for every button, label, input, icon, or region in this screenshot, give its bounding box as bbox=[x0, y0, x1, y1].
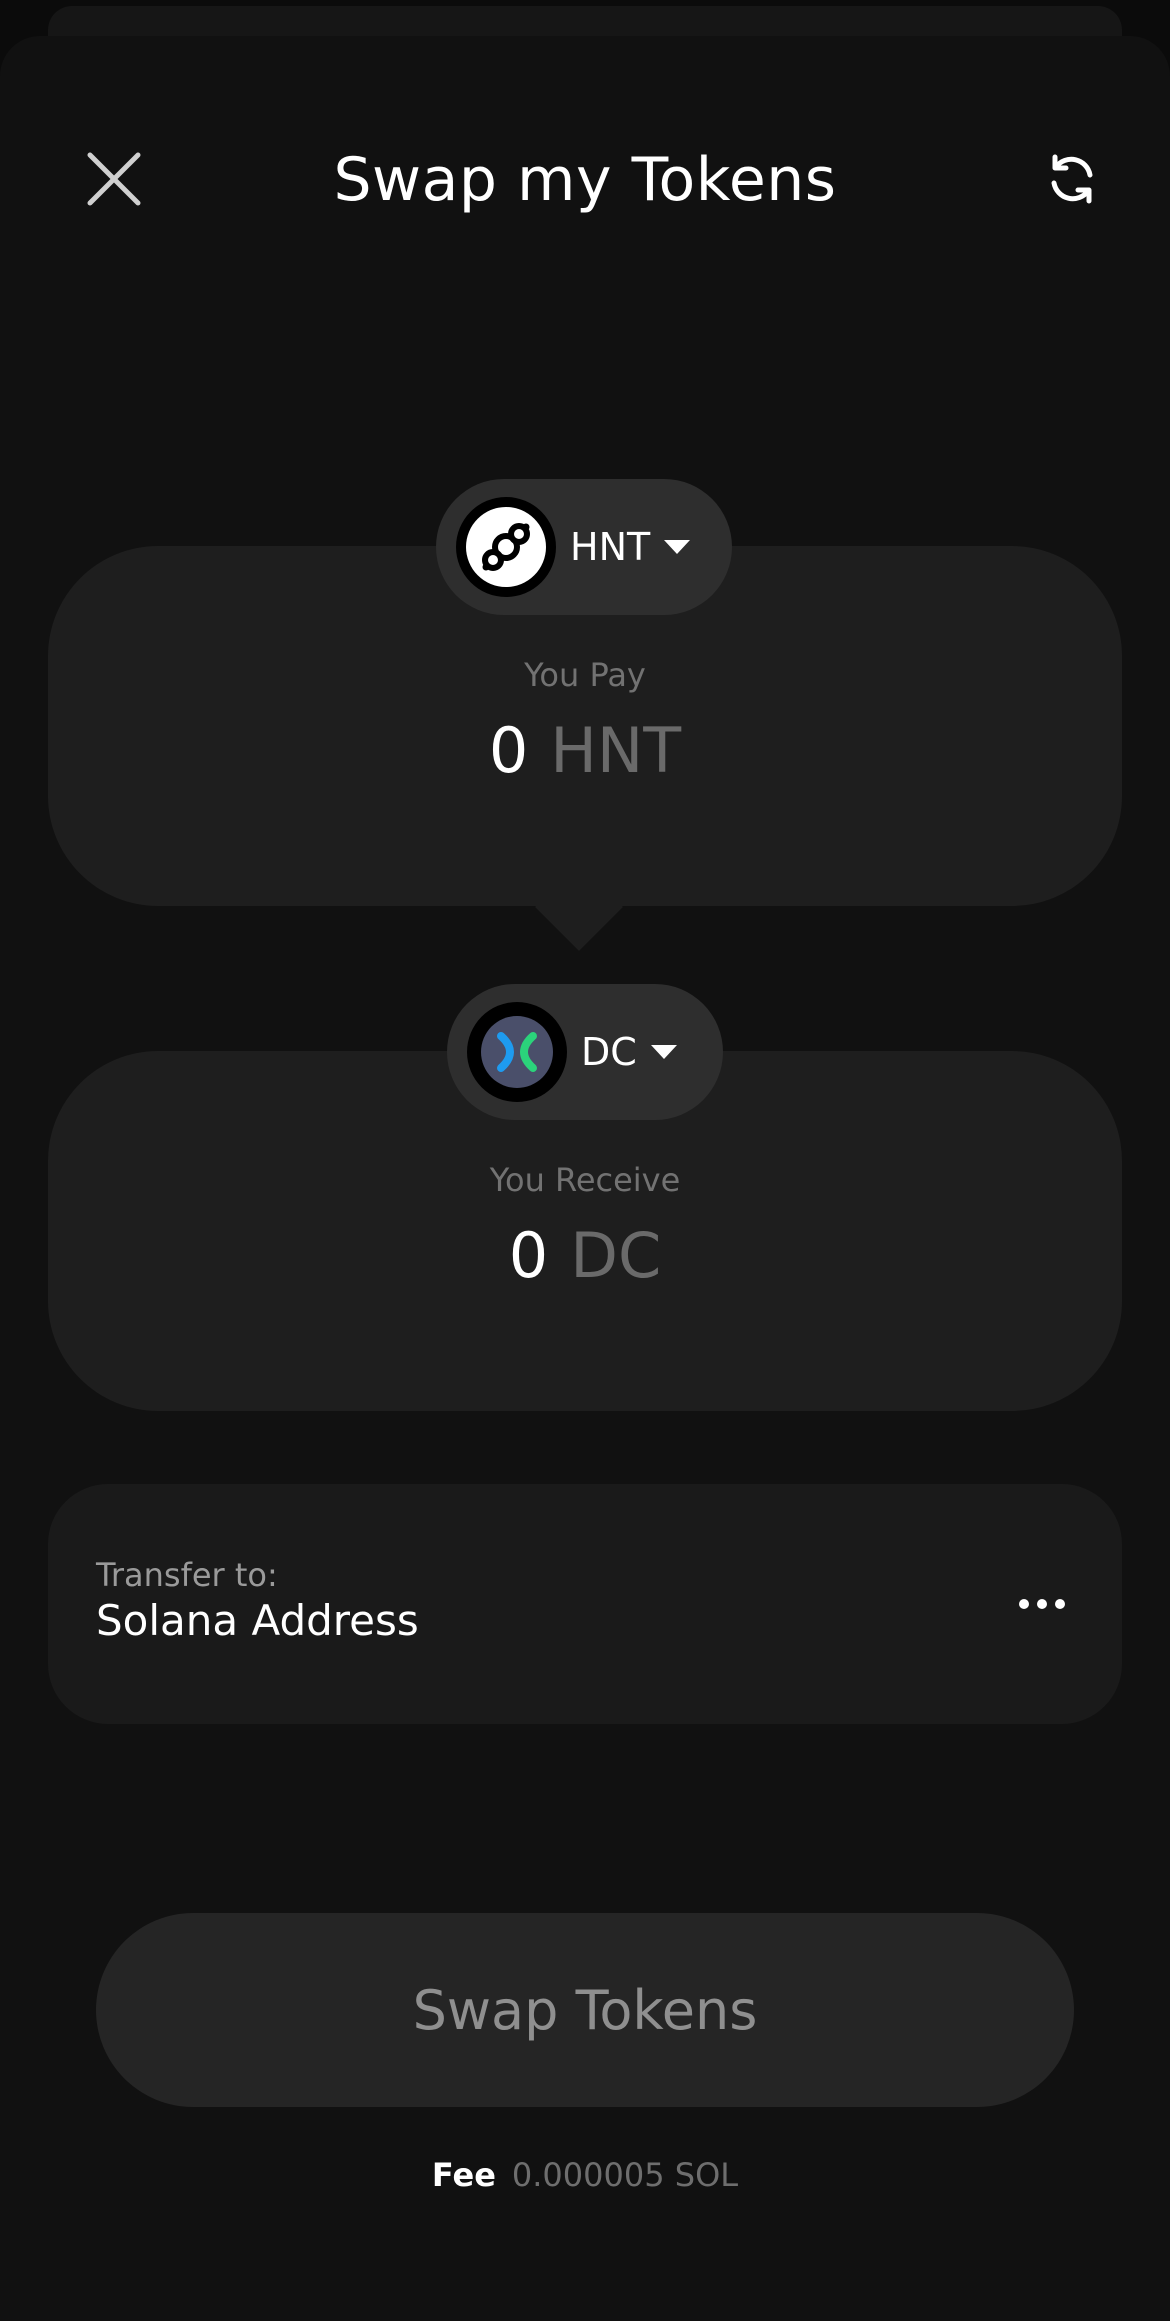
fee-label: Fee bbox=[431, 2156, 496, 2194]
receive-token-symbol: DC bbox=[581, 1030, 637, 1074]
pay-token-symbol: HNT bbox=[570, 525, 651, 569]
helium-logo bbox=[456, 497, 556, 597]
receive-amount-line: 0 DC bbox=[48, 1216, 1122, 1296]
pay-amount: 0 bbox=[488, 714, 529, 787]
fee-row: Fee 0.000005 SOL bbox=[0, 2156, 1170, 2194]
refresh-button[interactable] bbox=[1024, 131, 1120, 227]
transfer-more-button[interactable] bbox=[1010, 1572, 1074, 1636]
transfer-card[interactable]: Transfer to: Solana Address bbox=[48, 1484, 1122, 1724]
page-title: Swap my Tokens bbox=[333, 145, 837, 215]
fee-value: 0.000005 SOL bbox=[511, 2156, 739, 2194]
transfer-address: Solana Address bbox=[96, 1596, 419, 1645]
transfer-label: Transfer to: bbox=[96, 1556, 278, 1594]
receive-amount: 0 bbox=[508, 1219, 549, 1292]
more-horizontal-icon bbox=[1019, 1599, 1065, 1609]
chevron-down-icon bbox=[650, 1045, 677, 1059]
pay-amount-line[interactable]: 0 HNT bbox=[48, 711, 1122, 791]
swap-tokens-button[interactable]: Swap Tokens bbox=[96, 1913, 1074, 2107]
pay-token-selector[interactable]: HNT bbox=[436, 479, 732, 615]
chevron-down-icon bbox=[664, 540, 691, 554]
refresh-icon bbox=[1051, 154, 1093, 204]
data-credit-logo bbox=[467, 1002, 567, 1102]
pay-unit: HNT bbox=[550, 714, 682, 787]
receive-label: You Receive bbox=[489, 1161, 681, 1199]
receive-token-selector[interactable]: DC bbox=[447, 984, 723, 1120]
pay-label: You Pay bbox=[524, 656, 646, 694]
receive-unit: DC bbox=[570, 1219, 662, 1292]
